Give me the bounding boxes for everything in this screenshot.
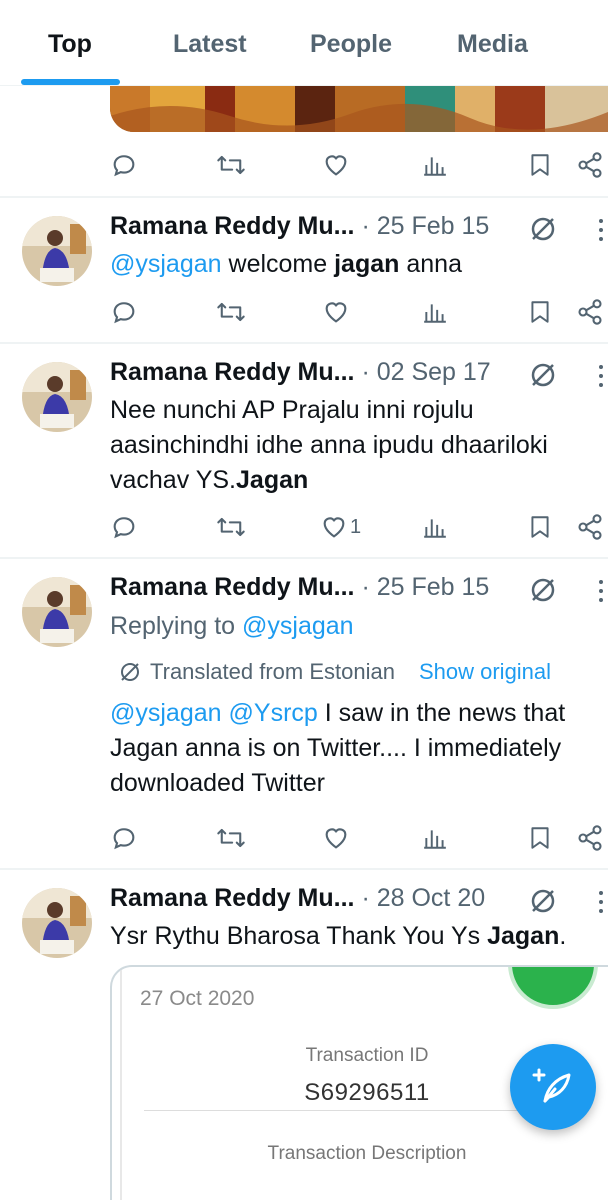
divider <box>0 196 608 198</box>
reply-icon[interactable] <box>110 145 138 185</box>
tweet-text: @ysjagan @Ysrcp I saw in the news that J… <box>110 699 566 797</box>
tweet-date[interactable]: · 25 Feb 15 <box>361 212 489 240</box>
avatar[interactable] <box>22 216 92 286</box>
more-icon[interactable] <box>598 890 608 916</box>
tweet-text: @ysjagan welcome jagan anna <box>110 250 462 278</box>
tab-media[interactable]: Media <box>457 30 528 59</box>
reply-handle-link[interactable]: @ysjagan <box>242 612 354 640</box>
retweet-icon[interactable] <box>216 507 246 547</box>
more-icon[interactable] <box>598 579 608 605</box>
more-icon[interactable] <box>598 218 608 244</box>
reply-icon[interactable] <box>110 507 138 547</box>
translate-icon[interactable] <box>528 214 558 244</box>
avatar[interactable] <box>22 888 92 958</box>
author-name[interactable]: Ramana Reddy Mu... <box>110 212 355 240</box>
tweet-text: Nee nunchi AP Prajalu inni rojulu aasinc… <box>110 396 548 494</box>
retweet-icon[interactable] <box>216 292 246 332</box>
tweet-date[interactable]: · 02 Sep 17 <box>361 358 490 386</box>
share-icon[interactable] <box>576 145 604 185</box>
views-icon[interactable] <box>422 818 448 858</box>
tweet-actions <box>0 145 608 185</box>
tweet-date[interactable]: · 25 Feb 15 <box>361 573 489 601</box>
translate-icon[interactable] <box>528 886 558 916</box>
avatar[interactable] <box>22 362 92 432</box>
reply-icon[interactable] <box>110 818 138 858</box>
search-tabs: Top Latest People Media <box>0 0 608 86</box>
views-icon[interactable] <box>422 145 448 185</box>
share-icon[interactable] <box>576 507 604 547</box>
tweet-actions <box>0 818 608 858</box>
transaction-description-label: Transaction Description <box>267 1143 467 1164</box>
compose-button[interactable] <box>510 1044 596 1130</box>
bookmark-icon[interactable] <box>527 145 553 185</box>
heart-icon[interactable] <box>322 818 350 858</box>
avatar[interactable] <box>22 577 92 647</box>
heart-icon[interactable] <box>322 145 350 185</box>
author-name[interactable]: Ramana Reddy Mu... <box>110 358 355 386</box>
heart-icon <box>323 517 345 538</box>
mention-link[interactable]: @Ysrcp <box>229 699 318 727</box>
tab-top[interactable]: Top <box>48 30 92 59</box>
heart-icon[interactable] <box>322 292 350 332</box>
retweet-icon[interactable] <box>216 818 246 858</box>
tweet-media-image[interactable] <box>110 86 608 132</box>
divider <box>0 342 608 344</box>
tweet-text: Ysr Rythu Bharosa Thank You Ys Jagan. <box>110 922 567 950</box>
replying-to: Replying to @ysjagan <box>110 612 354 640</box>
bookmark-icon[interactable] <box>527 292 553 332</box>
translate-icon <box>121 663 139 681</box>
retweet-icon[interactable] <box>216 145 246 185</box>
like-count: 1 <box>350 515 362 538</box>
more-icon[interactable] <box>598 364 608 390</box>
active-tab-indicator <box>21 79 120 85</box>
author-name[interactable]: Ramana Reddy Mu... <box>110 573 355 601</box>
compose-icon <box>532 1068 571 1103</box>
receipt-date: 27 Oct 2020 <box>140 987 255 1010</box>
bookmark-icon[interactable] <box>527 507 553 547</box>
mention-link[interactable]: @ysjagan <box>110 250 222 278</box>
tweet-actions <box>0 292 608 332</box>
tab-latest[interactable]: Latest <box>173 30 247 59</box>
reply-icon[interactable] <box>110 292 138 332</box>
author-name[interactable]: Ramana Reddy Mu... <box>110 884 355 912</box>
share-icon[interactable] <box>576 818 604 858</box>
divider <box>0 868 608 870</box>
bookmark-icon[interactable] <box>527 818 553 858</box>
success-check-icon <box>508 967 598 1009</box>
tweet-date[interactable]: · 28 Oct 20 <box>361 884 485 912</box>
tab-people[interactable]: People <box>310 30 392 59</box>
share-icon[interactable] <box>576 292 604 332</box>
like-button[interactable]: 1 <box>320 507 361 547</box>
tweet-actions: 1 <box>0 507 608 547</box>
views-icon[interactable] <box>422 292 448 332</box>
mention-link[interactable]: @ysjagan <box>110 699 222 727</box>
translate-icon[interactable] <box>528 360 558 390</box>
translation-notice: Translated from Estonian Show original <box>118 659 551 685</box>
views-icon[interactable] <box>422 507 448 547</box>
show-original-link[interactable]: Show original <box>419 659 551 685</box>
translate-icon[interactable] <box>528 575 558 605</box>
divider <box>0 557 608 559</box>
